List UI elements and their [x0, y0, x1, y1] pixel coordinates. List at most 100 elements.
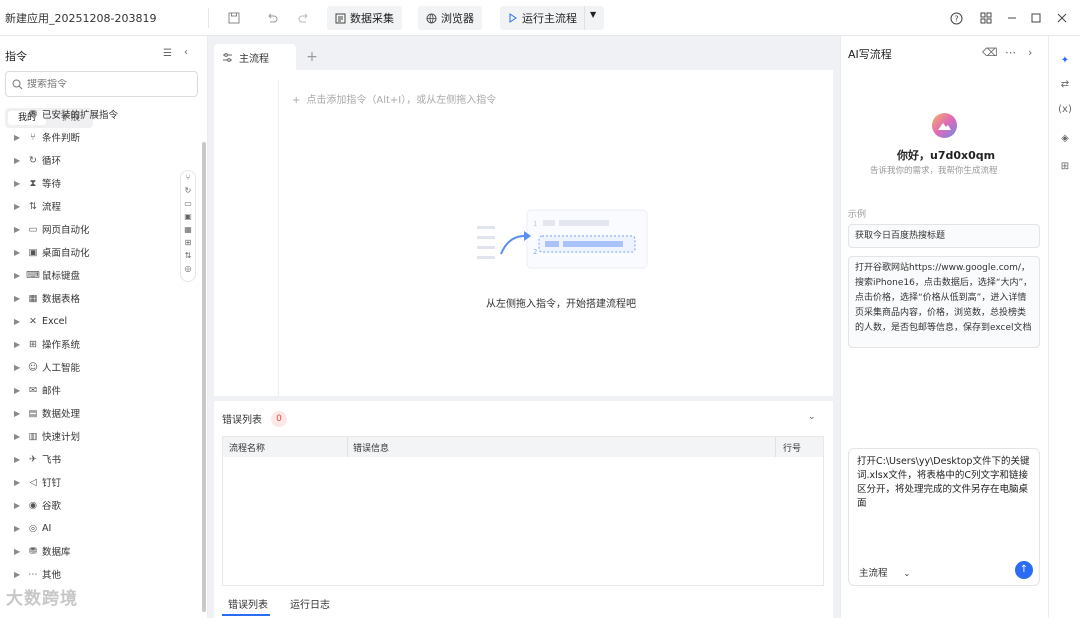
ai-panel-title: AI写流程: [848, 48, 892, 61]
right-rail: [1048, 36, 1080, 618]
data-collect-button[interactable]: 数据采集: [327, 6, 402, 30]
sidebar-title: 指令: [5, 50, 27, 63]
search-input[interactable]: [27, 78, 177, 90]
tree-item[interactable]: ▶ ⧗ 等待: [0, 173, 200, 193]
broom-icon[interactable]: ⌫: [982, 46, 998, 59]
column-divider[interactable]: [775, 437, 776, 457]
chevron-right-icon[interactable]: ▶: [14, 570, 20, 579]
tree-item[interactable]: ▶ ▣ 桌面自动化: [0, 242, 200, 262]
tree-item[interactable]: ▶ ⇅ 流程: [0, 196, 200, 216]
tab-label: 主流程: [239, 53, 269, 65]
send-button[interactable]: ↑: [1015, 561, 1033, 579]
save-icon[interactable]: [224, 8, 244, 28]
column-divider[interactable]: [347, 437, 348, 457]
chevron-right-icon[interactable]: ▶: [14, 271, 20, 280]
tree-item[interactable]: ▶ ▤ 数据处理: [0, 403, 200, 423]
mini-loop-icon[interactable]: ↻: [181, 184, 195, 197]
tree-item[interactable]: ▶ ▥ 快速计划: [0, 426, 200, 446]
chevron-right-icon[interactable]: ▶: [14, 179, 20, 188]
chevron-right-icon[interactable]: ▶: [14, 409, 20, 418]
chevron-right-icon[interactable]: ▶: [14, 202, 20, 211]
chevron-right-icon[interactable]: ▶: [14, 524, 20, 533]
chevron-right-icon[interactable]: ▶: [14, 317, 20, 326]
chevron-right-icon[interactable]: ▶: [14, 133, 20, 142]
tree-item[interactable]: ▶ ✈ 飞书: [0, 449, 200, 469]
tree-item[interactable]: ▶ ◁ 钉钉: [0, 472, 200, 492]
more-icon[interactable]: ⋯: [1005, 46, 1016, 59]
mini-monitor-icon[interactable]: ▣: [181, 210, 195, 223]
undo-icon[interactable]: [262, 8, 282, 28]
tree-item[interactable]: ▶ ⌨ 鼠标键盘: [0, 265, 200, 285]
chevron-right-icon[interactable]: ▶: [14, 432, 20, 441]
tree-item[interactable]: ▶ ◎ AI: [0, 518, 200, 538]
mini-branch-icon[interactable]: ⑂: [181, 171, 195, 184]
title-bar: 新建应用_20251208-203819 数据采集 浏览器 运行主流程 ▼ ?: [0, 0, 1080, 36]
collapse-list-icon[interactable]: ☰: [163, 48, 172, 59]
ai-input-box[interactable]: 打开C:\Users\yy\Desktop文件下的关键词.xlsx文件，将表格中…: [848, 448, 1040, 586]
browser-button[interactable]: 浏览器: [418, 6, 482, 30]
chevron-left-icon[interactable]: ‹: [184, 47, 188, 58]
tree-item-label: 数据表格: [42, 294, 81, 305]
tree-item[interactable]: ▶ ✉ 邮件: [0, 380, 200, 400]
tree-item[interactable]: ▶ ▭ 网页自动化: [0, 219, 200, 239]
flow-icon[interactable]: ⇄: [1058, 77, 1072, 91]
tree-item-installed-ext[interactable]: ⛃ 已安装的扩展指令: [0, 104, 200, 124]
tab-error-list[interactable]: 错误列表: [228, 596, 268, 611]
tree-item[interactable]: ▶ ⑂ 条件判断: [0, 127, 200, 147]
chevron-right-icon[interactable]: ▶: [14, 225, 20, 234]
chevron-right-icon[interactable]: ▶: [14, 455, 20, 464]
add-instruction-hint[interactable]: + 点击添加指令（Alt+I），或从左侧拖入指令: [292, 91, 496, 106]
widget-icon[interactable]: ⊞: [1058, 159, 1072, 173]
chevron-down-icon[interactable]: ⌄: [808, 412, 816, 422]
mini-sort-icon[interactable]: ⇅: [181, 249, 195, 262]
mini-grid-icon[interactable]: ⊞: [181, 236, 195, 249]
example-card-2[interactable]: 打开谷歌网站https://www.google.com/，搜索iPhone16…: [848, 256, 1040, 348]
chevron-right-icon[interactable]: ▶: [14, 386, 20, 395]
ai-input-text[interactable]: 打开C:\Users\yy\Desktop文件下的关键词.xlsx文件，将表格中…: [857, 455, 1035, 511]
example-card-1[interactable]: 获取今日百度热搜标题: [848, 224, 1040, 248]
tree-item[interactable]: ▶ ▦ 数据表格: [0, 288, 200, 308]
add-tab-button[interactable]: +: [302, 47, 322, 67]
chevron-down-icon[interactable]: ▼: [590, 10, 596, 19]
layers-icon[interactable]: ◈: [1058, 131, 1072, 145]
help-icon[interactable]: ?: [946, 8, 966, 28]
mini-window-icon[interactable]: ▭: [181, 197, 195, 210]
tree-item[interactable]: ▶ ⛃ 数据库: [0, 541, 200, 561]
maximize-icon[interactable]: [1026, 8, 1046, 28]
flow-icon: ⇅: [29, 200, 37, 212]
chevron-right-icon[interactable]: ▶: [14, 501, 20, 510]
chevron-right-icon[interactable]: ▶: [14, 547, 20, 556]
chevron-right-icon[interactable]: ▶: [14, 156, 20, 165]
tree-item-label: 邮件: [42, 386, 62, 397]
tree-item[interactable]: ▶ ✕ Excel: [0, 311, 200, 331]
tree-item[interactable]: ▶ ⊞ 操作系统: [0, 334, 200, 354]
chevron-right-icon[interactable]: ▶: [14, 363, 20, 372]
search-box[interactable]: [5, 71, 198, 97]
tab-run-log[interactable]: 运行日志: [290, 596, 330, 611]
chevron-right-icon[interactable]: ▶: [14, 478, 20, 487]
run-main-button[interactable]: 运行主流程 ▼: [500, 6, 604, 30]
flow-select[interactable]: 主流程 ⌄: [859, 565, 910, 579]
mini-toolbar: ⑂ ↻ ▭ ▣ ▦ ⊞ ⇅ ◎: [180, 170, 196, 282]
tab-main-flow[interactable]: 主流程: [214, 44, 296, 70]
sparkle-icon[interactable]: ✦: [1058, 53, 1072, 67]
mini-ai-icon[interactable]: ◎: [181, 262, 195, 275]
mini-table-icon[interactable]: ▦: [181, 223, 195, 236]
redo-icon[interactable]: [294, 8, 314, 28]
tree-item[interactable]: ▶ ☺ 人工智能: [0, 357, 200, 377]
chevron-right-icon[interactable]: ▶: [14, 294, 20, 303]
chevron-right-icon[interactable]: ▶: [14, 248, 20, 257]
browser-label: 浏览器: [441, 12, 474, 25]
minimize-icon[interactable]: [1002, 8, 1022, 28]
variable-icon[interactable]: (x): [1058, 102, 1072, 116]
tree-item[interactable]: ▶ ⋯ 其他: [0, 564, 200, 584]
apps-icon[interactable]: [976, 8, 996, 28]
tree-item[interactable]: ▶ ↻ 循环: [0, 150, 200, 170]
close-icon[interactable]: [1052, 8, 1072, 28]
tree-item-label: 其他: [42, 570, 62, 581]
error-count-badge: 0: [271, 411, 287, 427]
chevron-right-icon[interactable]: ▶: [14, 340, 20, 349]
sidebar-scrollbar[interactable]: [202, 142, 206, 612]
tree-item[interactable]: ▶ ◉ 谷歌: [0, 495, 200, 515]
chevron-right-icon[interactable]: ›: [1028, 46, 1032, 59]
